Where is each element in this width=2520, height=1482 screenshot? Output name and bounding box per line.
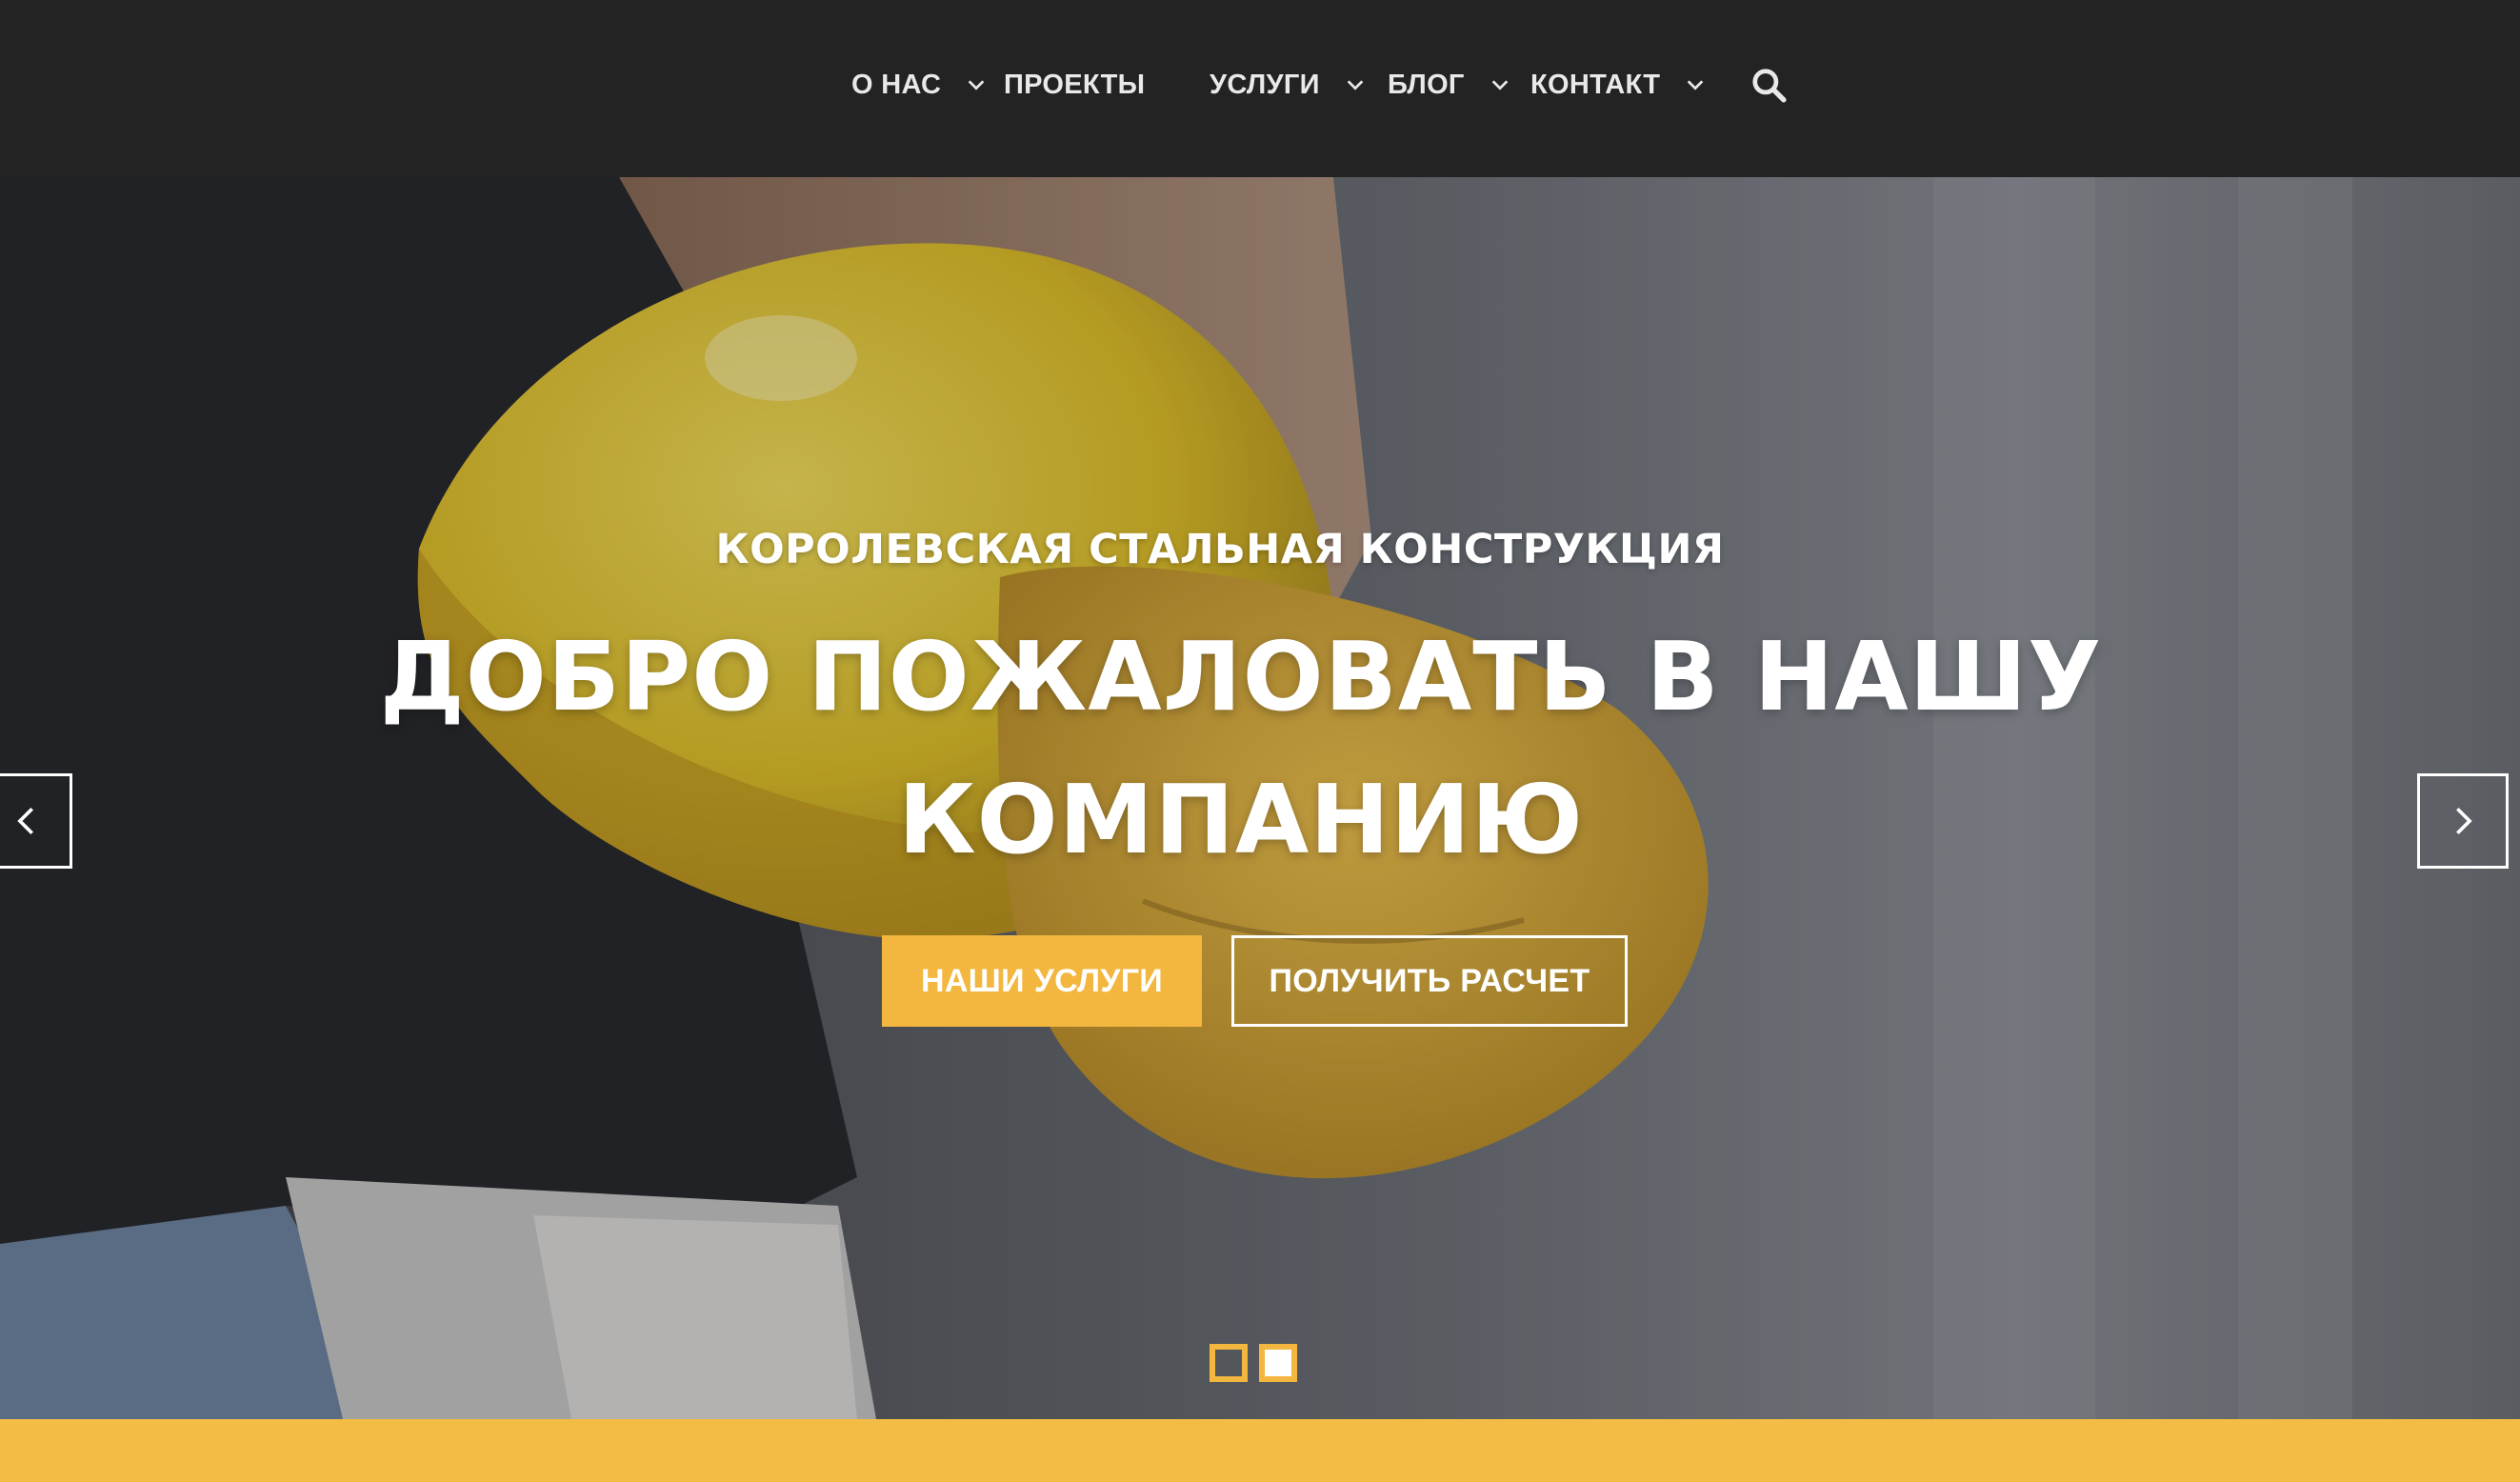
our-services-button[interactable]: НАШИ УСЛУГИ [882,935,1202,1027]
nav-item-blog[interactable]: БЛОГ [1388,63,1510,107]
nav-item-label: КОНТАКТ [1530,69,1661,100]
hero-slider: КОРОЛЕВСКАЯ СТАЛЬНАЯ КОНСТРУКЦИЯ ДОБРО П… [0,177,2520,1419]
top-navigation-bar: О НАС ПРОЕКТЫ УСЛУГИ БЛОГ КОНТАКТ [0,0,2520,177]
nav-item-label: ПРОЕКТЫ [1004,69,1146,100]
get-quote-button[interactable]: ПОЛУЧИТЬ РАСЧЕТ [1231,935,1628,1027]
slider-prev-button[interactable] [0,773,72,869]
nav-item-about[interactable]: О НАС [851,63,987,107]
hero-headline: ДОБРО ПОЖАЛОВАТЬ В НАШУ КОМПАНИЮ [379,621,2103,875]
nav-item-label: О НАС [851,69,942,100]
bottom-accent-strip [0,1419,2520,1482]
chevron-down-icon [1490,74,1510,95]
nav-item-label: УСЛУГИ [1210,69,1320,100]
main-menu: О НАС ПРОЕКТЫ УСЛУГИ БЛОГ КОНТАКТ [0,0,2520,177]
nav-item-label: БЛОГ [1388,69,1465,100]
slide-dot-2[interactable] [1259,1344,1297,1382]
slider-pagination [1210,1344,1297,1386]
slide-dot-1[interactable] [1210,1344,1248,1382]
hero-subtitle: КОРОЛЕВСКАЯ СТАЛЬНАЯ КОНСТРУКЦИЯ [715,526,1725,573]
nav-item-services[interactable]: УСЛУГИ [1210,63,1366,107]
chevron-down-icon [966,74,987,95]
chevron-right-icon [2456,807,2472,835]
slider-next-button[interactable] [2417,773,2509,869]
chevron-down-icon [1345,74,1366,95]
chevron-left-icon [17,807,33,835]
nav-item-contact[interactable]: КОНТАКТ [1530,63,1706,107]
search-icon[interactable] [1750,67,1787,103]
nav-item-projects[interactable]: ПРОЕКТЫ [1004,63,1145,107]
chevron-down-icon [1685,74,1706,95]
